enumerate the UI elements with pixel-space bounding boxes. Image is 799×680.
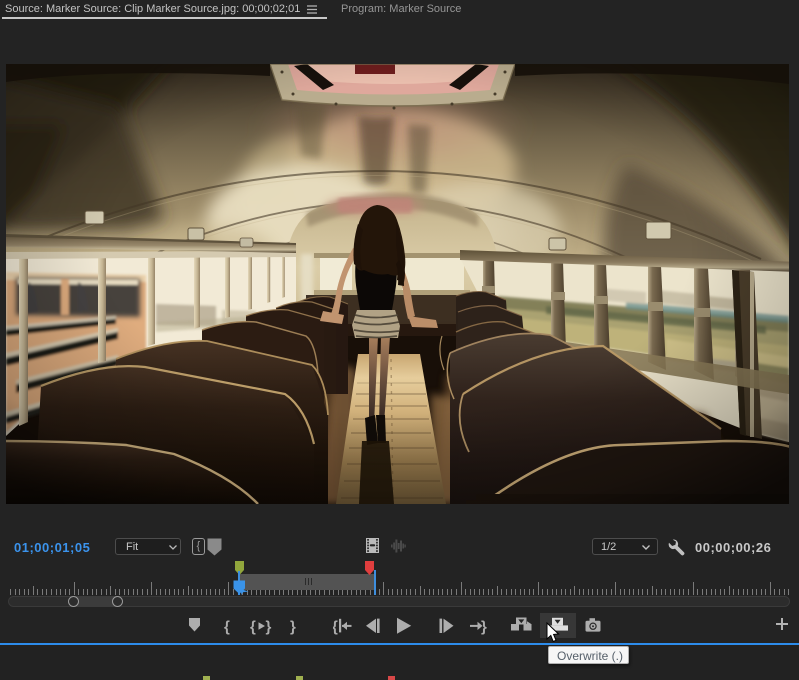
- svg-text:}: }: [481, 619, 487, 636]
- svg-text:}: }: [266, 619, 272, 636]
- svg-text:{: {: [333, 619, 338, 636]
- svg-text:}: }: [290, 619, 296, 636]
- svg-text:{: {: [224, 619, 230, 636]
- svg-text:{: {: [250, 619, 256, 636]
